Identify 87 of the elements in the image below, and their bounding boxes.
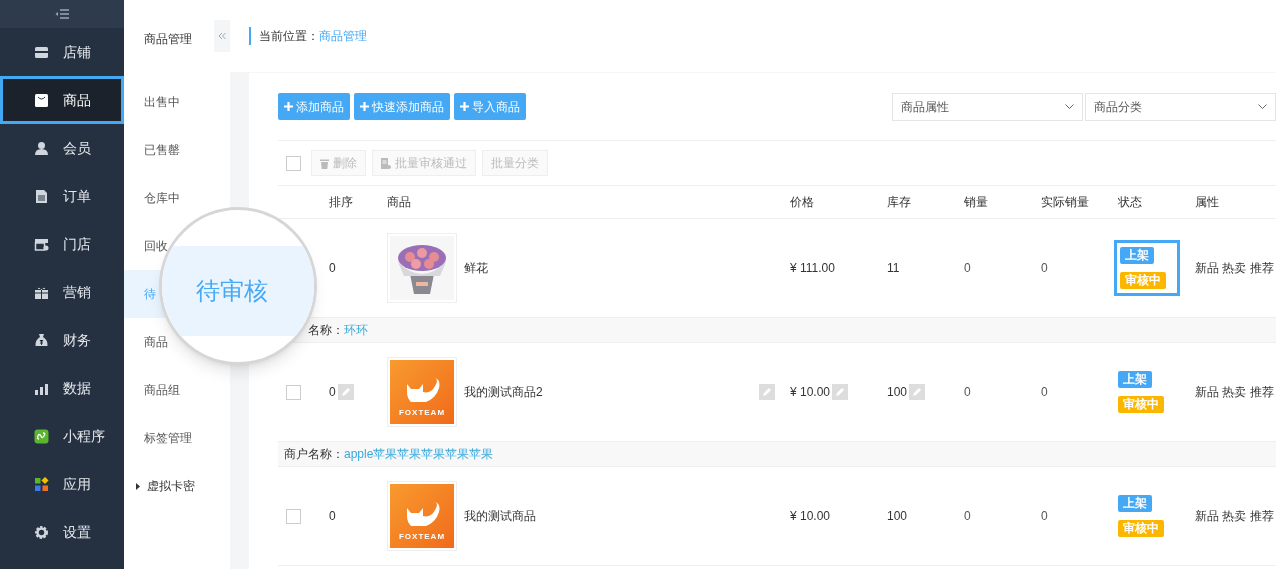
sort-number: 0 [329,508,336,525]
sidebar-item[interactable]: 设置 [0,508,124,556]
stock-text: 100 [887,508,908,525]
column-header: 商品 [386,194,412,211]
logo-text: FOXTEAM [398,407,446,419]
settings-icon [34,524,49,540]
select-all-checkbox[interactable] [286,155,301,171]
subnav-title: 商品管理 [144,31,192,48]
status-tag: 审核中 [1118,520,1164,537]
sort-number: 0 [329,260,336,277]
attribute-text: 新品 热卖 推荐 [1195,385,1274,399]
column-header: 价格 [789,194,815,211]
pencil-icon [832,384,849,400]
caret-right-icon [135,482,141,490]
attribute-text: 新品 热卖 推荐 [1195,509,1274,523]
chevron-down-icon [1258,103,1267,110]
sales-text: 0 [1041,261,1048,275]
stock-text: 100 [887,384,908,401]
status-tag: 上架 [1118,371,1152,388]
column-header: 状态 [1117,194,1143,211]
row-checkbox[interactable] [286,508,301,524]
plus-icon [360,102,369,111]
user-icon [34,140,49,156]
column-header: 销量 [963,194,989,211]
sidebar-item[interactable]: 门店 [0,220,124,268]
subnav-item[interactable]: 标签管理 [124,414,230,462]
sidebar-item[interactable]: 应用 [0,460,124,508]
column-header: 实际销量 [1040,194,1090,211]
logo-text: FOXTEAM [398,531,446,543]
column-header: 属性 [1194,194,1220,211]
column-header: 库存 [886,194,912,211]
price-text: ¥ 111.00 [790,260,835,277]
subnav-item[interactable]: 已售罄 [124,126,230,174]
dropdown-field[interactable]: 商品分类 [1085,92,1276,121]
column-header: 排序 [328,194,354,211]
breadcrumb-label: 当前位置： [259,28,319,45]
dropdown-field[interactable]: 商品属性 [892,92,1083,121]
subnav-item[interactable]: 商品组 [124,366,230,414]
status-tag: 审核中 [1118,396,1164,413]
attribute-text: 新品 热卖 推荐 [1195,261,1274,275]
sales-text: 0 [964,509,971,523]
merchant-label: 名称： [308,322,344,339]
product-name[interactable]: 我的测试商品2 [464,383,757,401]
sidebar-item[interactable]: 财务 [0,316,124,364]
apps-icon [34,476,49,492]
storefront-icon [34,236,49,252]
sales-text: 0 [1041,385,1048,399]
sales-text: 0 [964,261,971,275]
status-tag: 审核中 [1120,272,1166,289]
sort-number: 0 [329,384,336,401]
subnav-item[interactable]: 出售中 [124,78,230,126]
mini-program-icon [34,428,49,444]
row-checkbox[interactable] [286,384,301,400]
store-icon [34,44,49,60]
status-tag: 上架 [1120,247,1154,264]
sidebar-item[interactable]: 店铺 [0,28,124,76]
pencil-icon [759,384,775,400]
product-name[interactable]: 我的测试商品 [464,507,775,525]
bag-icon [34,92,49,108]
sidebar-item[interactable]: 会员 [0,124,124,172]
merchant-label: 商户名称： [284,446,344,463]
stock-text: 11 [887,260,900,277]
chevron-down-icon [1065,103,1074,110]
price-text: ¥ 10.00 [790,384,831,401]
sidebar-item[interactable]: 营销 [0,268,124,316]
magnified-label: 待审核 [196,276,268,306]
document-icon [34,188,49,204]
trash-icon [320,157,329,169]
collapse-tab[interactable] [214,20,230,52]
sales-text: 0 [1041,509,1048,523]
plus-icon [284,102,293,111]
price-text: ¥ 10.00 [790,508,831,525]
status-tag: 上架 [1118,495,1152,512]
sidebar-item[interactable]: 订单 [0,172,124,220]
subnav-group[interactable]: 虚拟卡密 [124,462,230,510]
sidebar-item[interactable]: 小程序 [0,412,124,460]
pencil-icon [337,384,354,400]
plus-icon [460,102,469,111]
money-bag-icon [34,332,49,348]
product-name[interactable]: 鲜花 [464,259,775,277]
sidebar-item[interactable]: 数据 [0,364,124,412]
document-icon [381,157,391,169]
pencil-icon [909,384,926,400]
chevron-left-icon [218,32,226,40]
sales-text: 0 [964,385,971,399]
sidebar-item[interactable]: 商品 [0,76,124,124]
menu-icon[interactable] [55,9,69,19]
